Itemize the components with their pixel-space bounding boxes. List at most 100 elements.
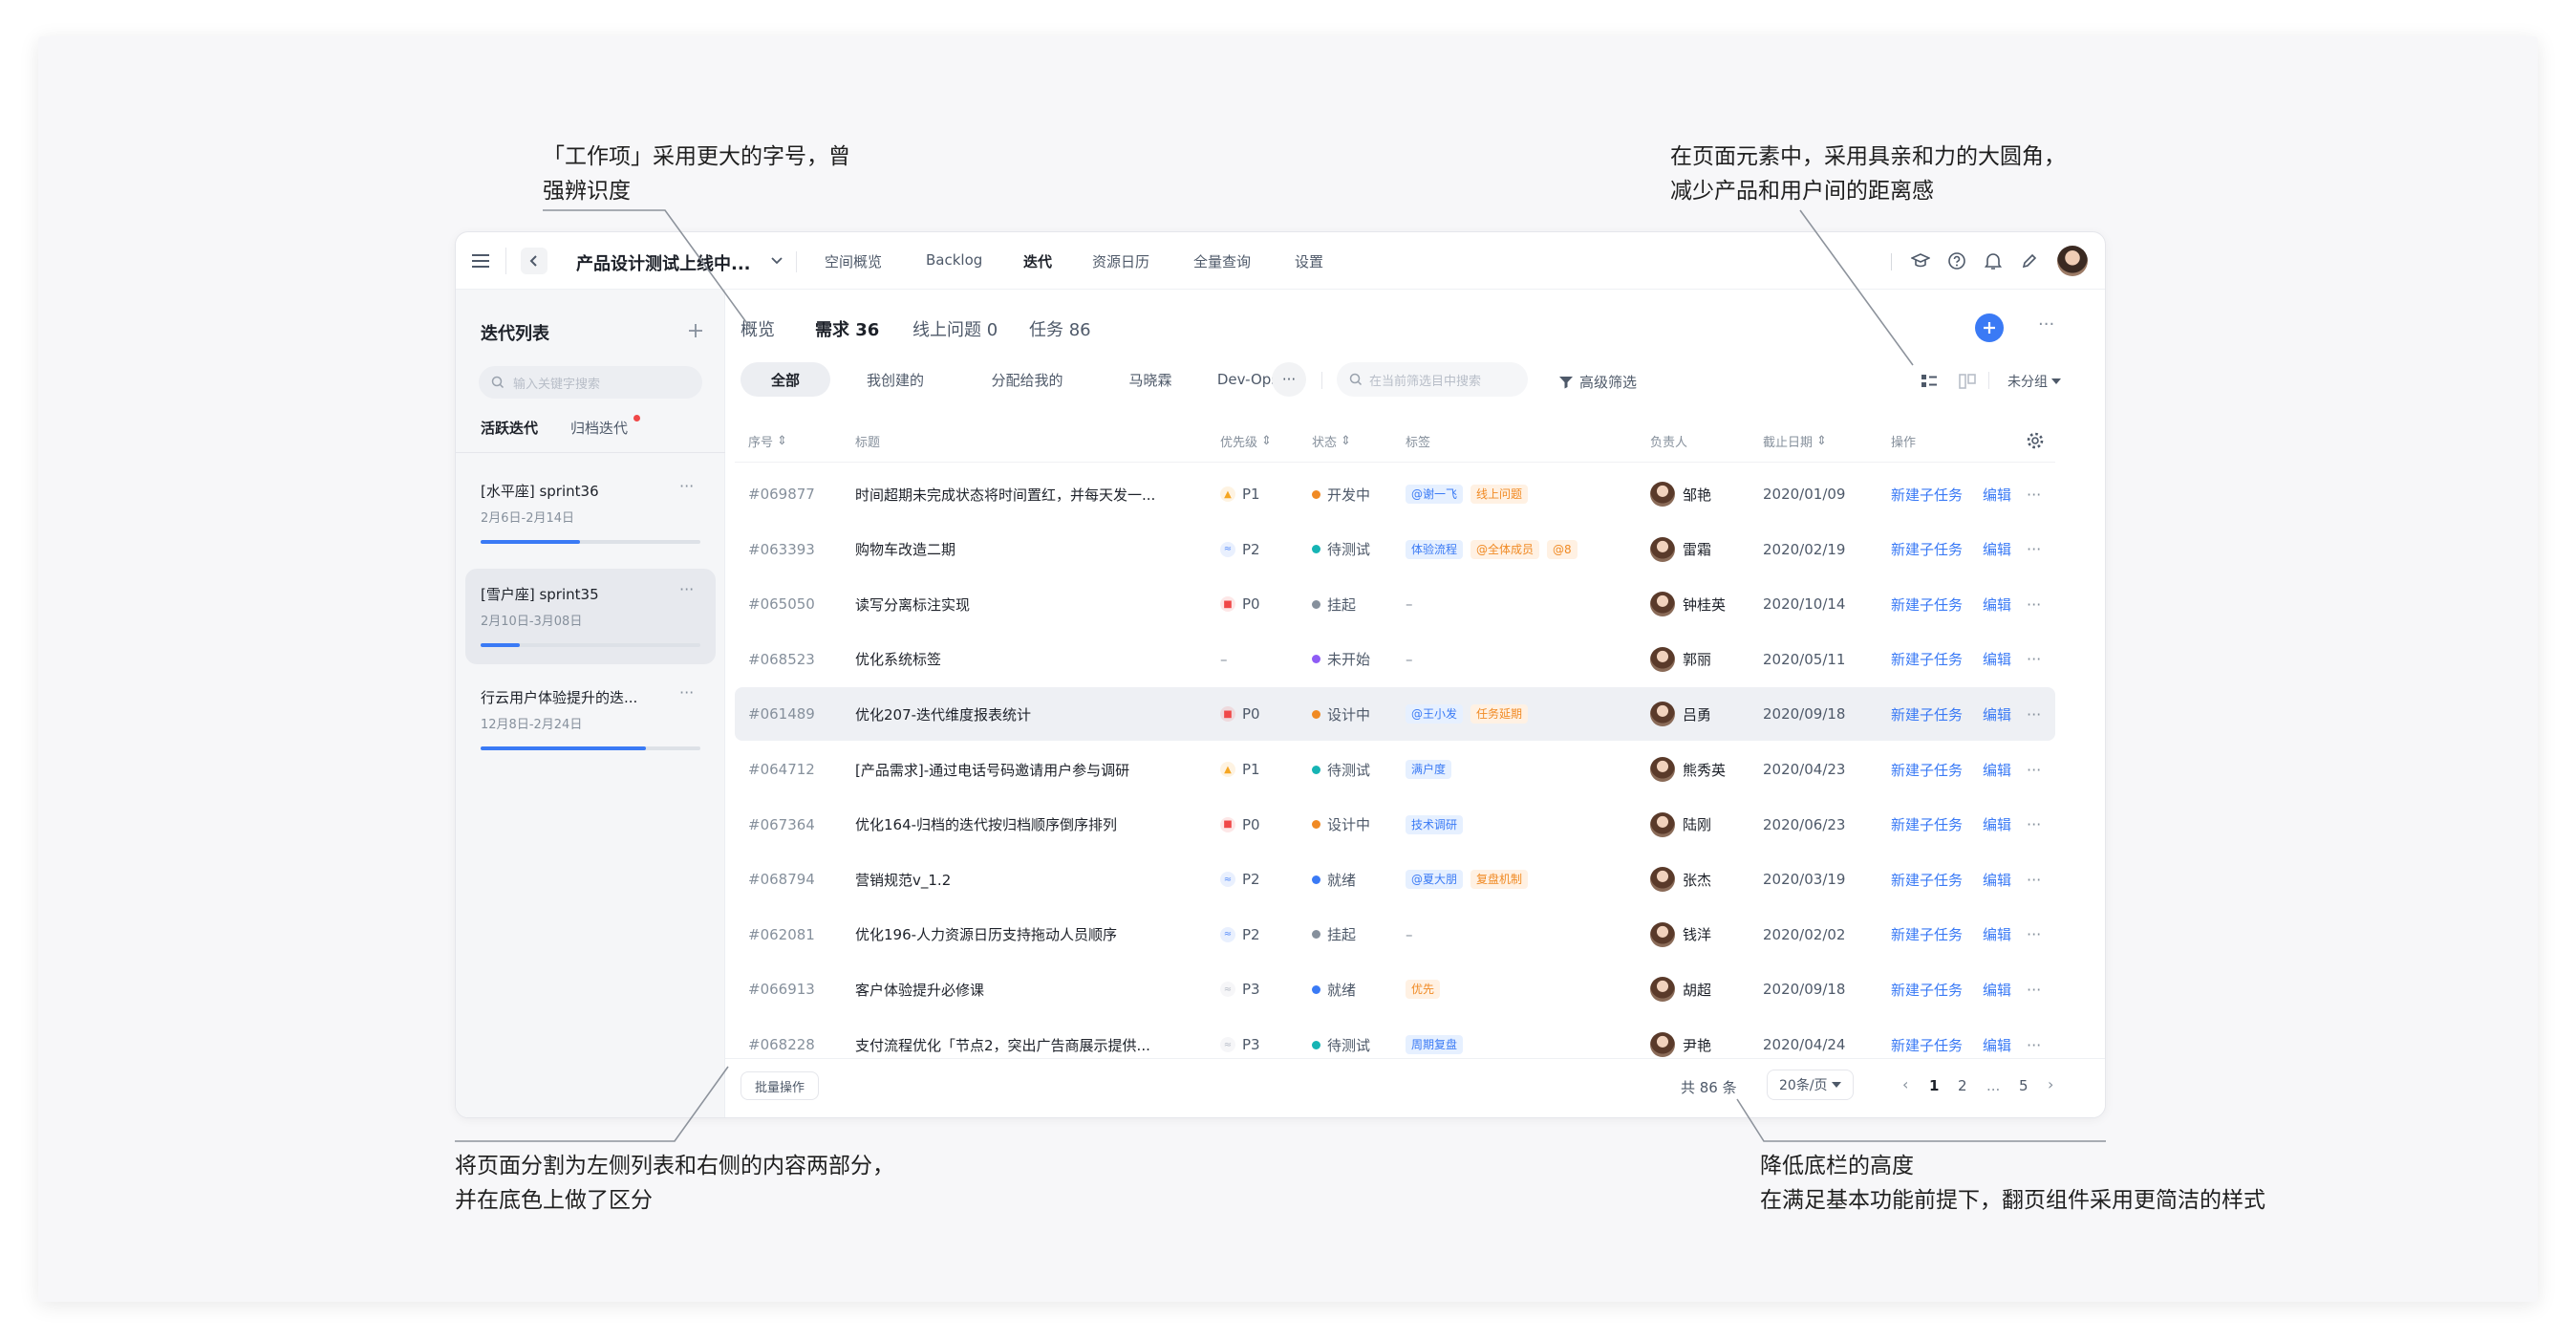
- new-subtask-label[interactable]: 新建子任务: [1891, 539, 1963, 559]
- header-priority[interactable]: 优先级 ⇕: [1220, 420, 1272, 462]
- item-title[interactable]: 时间超期未完成状态将时间置红，并每天发一...: [855, 467, 1209, 521]
- more-icon[interactable]: ···: [679, 580, 694, 598]
- sidebar-search-field[interactable]: 输入关键字搜索: [479, 366, 702, 399]
- board-view-icon[interactable]: [1954, 368, 1981, 395]
- project-title[interactable]: 产品设计测试上线中...: [576, 250, 751, 275]
- new-subtask-label[interactable]: 新建子任务: [1891, 870, 1963, 890]
- row-more-icon[interactable]: ···: [2027, 1018, 2051, 1071]
- new-subtask-label[interactable]: 新建子任务: [1891, 980, 1963, 1000]
- list-view-icon[interactable]: [1916, 368, 1943, 395]
- tag[interactable]: 周期复盘: [1406, 1035, 1464, 1054]
- tag[interactable]: @谢一飞: [1406, 485, 1464, 504]
- item-priority[interactable]: –: [1220, 633, 1306, 686]
- row-more-icon[interactable]: ···: [2027, 743, 2051, 796]
- item-id[interactable]: #065050: [748, 577, 844, 631]
- filter-chip[interactable]: 我创建的: [842, 362, 949, 397]
- item-priority[interactable]: ■ P0: [1220, 687, 1306, 741]
- page-2[interactable]: 2: [1958, 1077, 1967, 1094]
- edit-label[interactable]: 编辑: [1983, 539, 2011, 559]
- page-size-select[interactable]: 20条/页: [1767, 1070, 1854, 1100]
- item-status[interactable]: 待测试: [1312, 523, 1404, 576]
- row-more-icon[interactable]: ···: [2027, 798, 2051, 852]
- prev-page-icon[interactable]: ‹: [1902, 1075, 1908, 1093]
- filter-chip[interactable]: 分配给我的: [960, 362, 1094, 397]
- table-row[interactable]: #067364 优化164-归档的迭代按归档顺序倒序排列 ■ P0 设计中 技术调…: [735, 798, 2055, 852]
- page-5[interactable]: 5: [2019, 1077, 2029, 1094]
- table-row[interactable]: #068523 优化系统标签 – 未开始 – 郭丽 2020/05/11 新建子…: [735, 633, 2055, 686]
- table-row[interactable]: #069877 时间超期未完成状态将时间置红，并每天发一... ▲ P1 开发中 …: [735, 467, 2055, 521]
- edit-label[interactable]: 编辑: [1983, 980, 2011, 1000]
- item-status[interactable]: 待测试: [1312, 1018, 1404, 1071]
- item-id[interactable]: #061489: [748, 687, 844, 741]
- edit-icon[interactable]: [2019, 250, 2040, 271]
- item-id[interactable]: #067364: [748, 798, 844, 852]
- tag[interactable]: 优先: [1406, 980, 1441, 1000]
- nav-backlog[interactable]: Backlog: [926, 251, 982, 269]
- table-row[interactable]: #066913 客户体验提升必修课 ≈ P3 就绪 优先 胡超 2020/09/1…: [735, 962, 2055, 1016]
- row-more-icon[interactable]: ···: [2027, 962, 2051, 1016]
- item-id[interactable]: #062081: [748, 908, 844, 962]
- add-button[interactable]: [1975, 313, 2004, 342]
- edit-label[interactable]: 编辑: [1983, 1035, 2011, 1055]
- item-title[interactable]: [产品需求]-通过电话号码邀请用户参与调研: [855, 743, 1209, 796]
- chevron-down-icon[interactable]: [769, 253, 784, 269]
- table-row[interactable]: #065050 读写分离标注实现 ■ P0 挂起 – 钟桂英 2020/10/14…: [735, 577, 2055, 631]
- item-priority[interactable]: ≈ P3: [1220, 962, 1306, 1016]
- filter-search-field[interactable]: 在当前筛选目中搜索: [1337, 362, 1528, 397]
- header-due-date[interactable]: 截止日期 ⇕: [1763, 420, 1827, 462]
- tab-archived-iterations[interactable]: 归档迭代: [570, 418, 628, 438]
- nav-resource-calendar[interactable]: 资源日历: [1092, 251, 1149, 271]
- row-more-icon[interactable]: ···: [2027, 467, 2051, 521]
- row-more-icon[interactable]: ···: [2027, 523, 2051, 576]
- item-priority[interactable]: ≈ P2: [1220, 908, 1306, 962]
- new-subtask-label[interactable]: 新建子任务: [1891, 1035, 1963, 1055]
- more-filters-button[interactable]: ···: [1272, 362, 1306, 397]
- item-priority[interactable]: ≈ P2: [1220, 523, 1306, 576]
- item-status[interactable]: 挂起: [1312, 908, 1404, 962]
- graduation-icon[interactable]: [1910, 250, 1931, 271]
- item-id[interactable]: #068523: [748, 633, 844, 686]
- item-owner[interactable]: 张杰: [1650, 853, 1757, 906]
- advanced-filter-button[interactable]: 高级筛选: [1558, 372, 1637, 392]
- new-subtask-label[interactable]: 新建子任务: [1891, 649, 1963, 669]
- table-row[interactable]: #068794 营销规范v_1.2 ≈ P2 就绪 @夏大朋 复盘机制 张杰 202…: [735, 853, 2055, 906]
- item-priority[interactable]: ▲ P1: [1220, 467, 1306, 521]
- batch-operation-button[interactable]: 批量操作: [741, 1071, 820, 1100]
- table-row[interactable]: #063393 购物车改造二期 ≈ P2 待测试 体验流程 @全体成员 @8 雷霜 2…: [735, 523, 2055, 576]
- item-owner[interactable]: 吕勇: [1650, 687, 1757, 741]
- edit-label[interactable]: 编辑: [1983, 924, 2011, 944]
- new-subtask-label[interactable]: 新建子任务: [1891, 704, 1963, 724]
- item-owner[interactable]: 钟桂英: [1650, 577, 1757, 631]
- tab-1[interactable]: 需求 36: [815, 316, 879, 341]
- sprint-card[interactable]: 行云用户体验提升的迭... ··· 12月8日-2月24日: [465, 672, 716, 767]
- edit-label[interactable]: 编辑: [1983, 760, 2011, 780]
- row-more-icon[interactable]: ···: [2027, 853, 2051, 906]
- edit-label[interactable]: 编辑: [1983, 594, 2011, 615]
- item-status[interactable]: 挂起: [1312, 577, 1404, 631]
- item-priority[interactable]: ≈ P2: [1220, 853, 1306, 906]
- table-row[interactable]: #061489 优化207-迭代维度报表统计 ■ P0 设计中 @王小发 任务延期 …: [735, 687, 2055, 742]
- edit-label[interactable]: 编辑: [1983, 649, 2011, 669]
- nav-full-query[interactable]: 全量查询: [1193, 251, 1251, 271]
- new-subtask-label[interactable]: 新建子任务: [1891, 924, 1963, 944]
- item-title[interactable]: 优化系统标签: [855, 633, 1209, 686]
- item-status[interactable]: 待测试: [1312, 743, 1404, 796]
- group-select[interactable]: 未分组: [2007, 372, 2061, 391]
- table-row[interactable]: #064712 [产品需求]-通过电话号码邀请用户参与调研 ▲ P1 待测试 满户…: [735, 743, 2055, 796]
- item-title[interactable]: 购物车改造二期: [855, 523, 1209, 576]
- item-status[interactable]: 就绪: [1312, 962, 1404, 1016]
- more-icon[interactable]: ···: [679, 683, 694, 702]
- tag[interactable]: 复盘机制: [1470, 870, 1529, 890]
- tag[interactable]: @王小发: [1406, 704, 1464, 724]
- tag[interactable]: 体验流程: [1406, 539, 1464, 559]
- header-id[interactable]: 序号 ⇕: [748, 420, 787, 462]
- item-title[interactable]: 营销规范v_1.2: [855, 853, 1209, 906]
- table-row[interactable]: #062081 优化196-人力资源日历支持拖动人员顺序 ≈ P2 挂起 – 钱洋…: [735, 908, 2055, 962]
- item-title[interactable]: 读写分离标注实现: [855, 577, 1209, 631]
- item-priority[interactable]: ■ P0: [1220, 798, 1306, 852]
- item-status[interactable]: 设计中: [1312, 687, 1404, 741]
- page-1[interactable]: 1: [1929, 1077, 1939, 1094]
- more-options-icon[interactable]: ···: [2038, 314, 2054, 335]
- item-title[interactable]: 优化164-归档的迭代按归档顺序倒序排列: [855, 798, 1209, 852]
- add-iteration-icon[interactable]: [683, 318, 708, 343]
